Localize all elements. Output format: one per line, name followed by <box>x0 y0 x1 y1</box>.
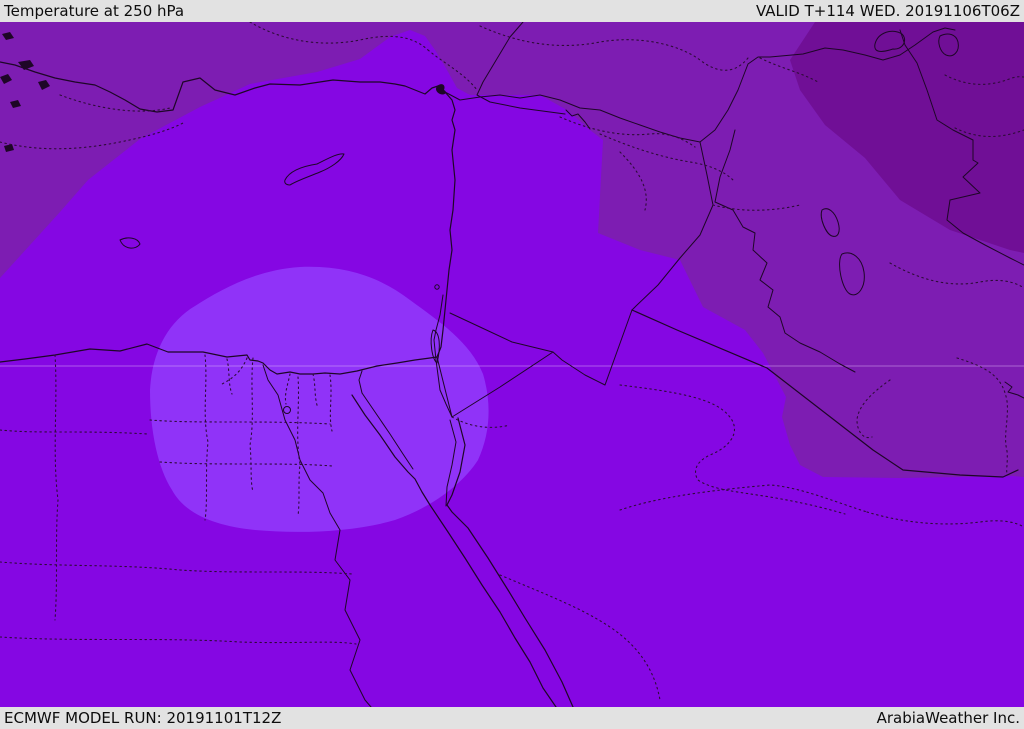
header-bar: Temperature at 250 hPa VALID T+114 WED. … <box>0 0 1024 22</box>
model-run-label: ECMWF MODEL RUN: 20191101T12Z <box>4 709 282 727</box>
brand-label: ArabiaWeather Inc. <box>876 709 1020 727</box>
valid-time-label: VALID T+114 WED. 20191106T06Z <box>755 2 1020 20</box>
footer-bar: ECMWF MODEL RUN: 20191101T12Z ArabiaWeat… <box>0 707 1024 729</box>
weather-map <box>0 22 1024 707</box>
map-title: Temperature at 250 hPa <box>4 2 185 20</box>
weather-map-canvas <box>0 22 1024 707</box>
